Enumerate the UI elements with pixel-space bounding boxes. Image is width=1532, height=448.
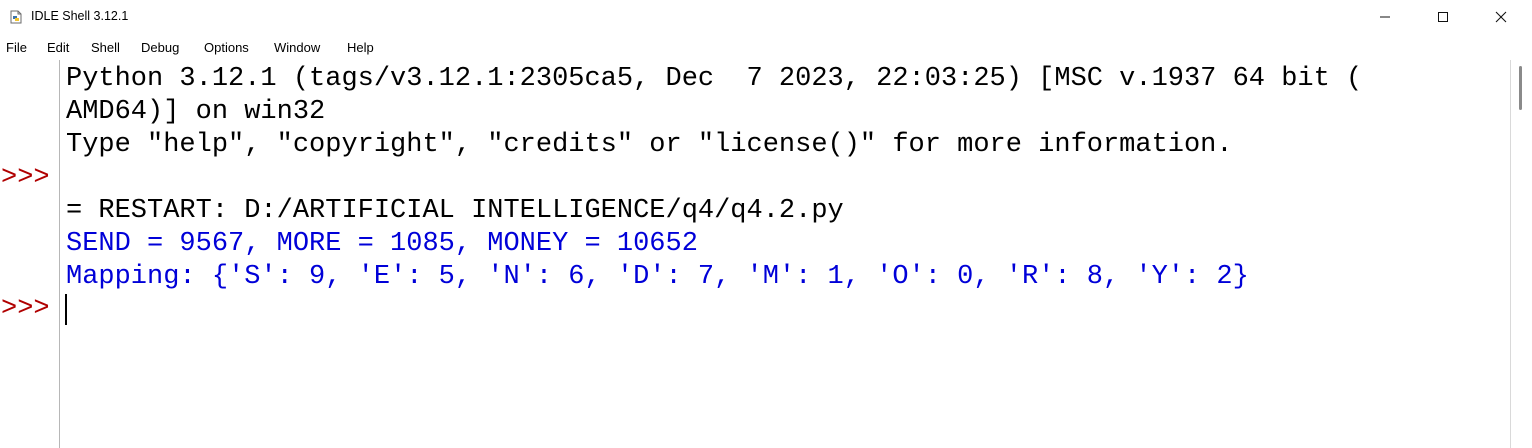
maximize-icon bbox=[1438, 12, 1448, 22]
menu-shell[interactable]: Shell bbox=[91, 40, 120, 55]
idle-shell-window: IDLE Shell 3.12.1 File Edit Shell Debug … bbox=[0, 0, 1532, 448]
shell-area: >>> >>> Python 3.12.1 (tags/v3.12.1:2305… bbox=[0, 60, 1532, 448]
shell-text-area[interactable]: Python 3.12.1 (tags/v3.12.1:2305ca5, Dec… bbox=[60, 60, 1510, 448]
text-cursor bbox=[65, 294, 67, 325]
close-icon bbox=[1495, 11, 1507, 23]
restart-line: = RESTART: D:/ARTIFICIAL INTELLIGENCE/q4… bbox=[66, 196, 844, 226]
minimize-button[interactable] bbox=[1356, 0, 1414, 34]
menu-window[interactable]: Window bbox=[274, 40, 320, 55]
output-line: Mapping: {'S': 9, 'E': 5, 'N': 6, 'D': 7… bbox=[66, 262, 1249, 292]
python-feather-icon bbox=[8, 9, 24, 25]
shell-prompt: >>> bbox=[1, 294, 50, 324]
banner-line: Python 3.12.1 (tags/v3.12.1:2305ca5, Dec… bbox=[66, 64, 1363, 94]
window-title: IDLE Shell 3.12.1 bbox=[31, 9, 129, 23]
menu-bar: File Edit Shell Debug Options Window Hel… bbox=[0, 34, 1532, 60]
scrollbar-thumb[interactable] bbox=[1519, 66, 1522, 110]
banner-line: Type "help", "copyright", "credits" or "… bbox=[66, 130, 1233, 160]
title-bar[interactable]: IDLE Shell 3.12.1 bbox=[0, 0, 1532, 34]
menu-debug[interactable]: Debug bbox=[141, 40, 179, 55]
minimize-icon bbox=[1380, 16, 1390, 18]
menu-file[interactable]: File bbox=[6, 40, 27, 55]
vertical-scrollbar[interactable] bbox=[1511, 60, 1532, 448]
prompt-gutter: >>> >>> bbox=[0, 60, 59, 448]
shell-prompt: >>> bbox=[1, 163, 50, 193]
close-button[interactable] bbox=[1472, 0, 1530, 34]
menu-options[interactable]: Options bbox=[204, 40, 249, 55]
banner-line: AMD64)] on win32 bbox=[66, 97, 326, 127]
menu-edit[interactable]: Edit bbox=[47, 40, 69, 55]
menu-help[interactable]: Help bbox=[347, 40, 374, 55]
maximize-button[interactable] bbox=[1414, 0, 1472, 34]
output-line: SEND = 9567, MORE = 1085, MONEY = 10652 bbox=[66, 229, 698, 259]
